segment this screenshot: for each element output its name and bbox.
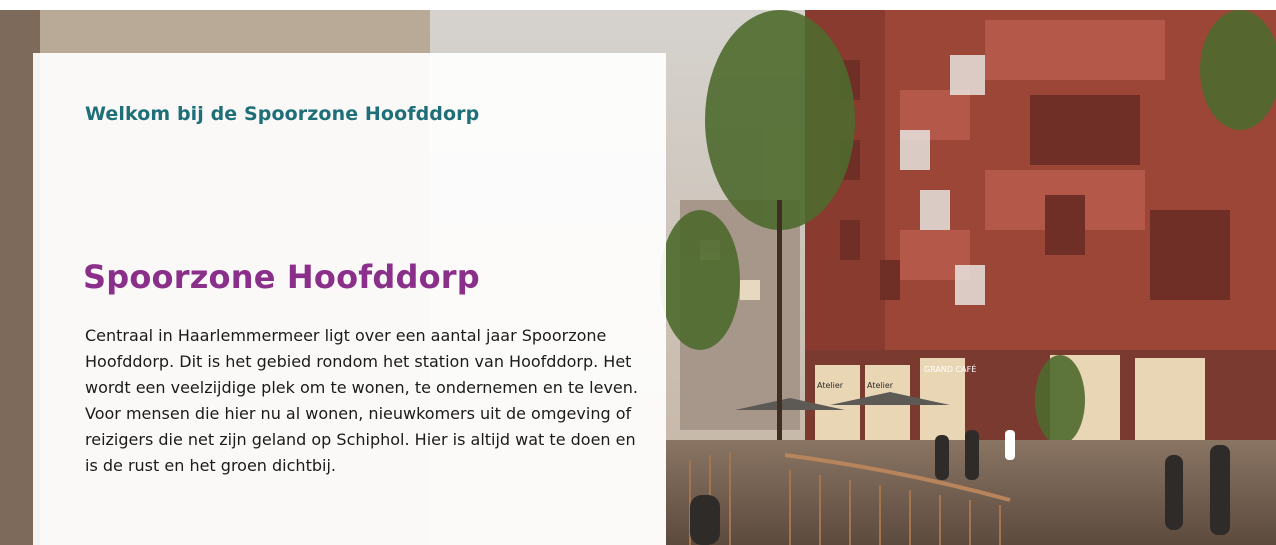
top-strip: [0, 0, 1276, 10]
intro-eyebrow: Welkom bij de Spoorzone Hoofddorp: [85, 103, 480, 125]
storefront-sign: Atelier: [817, 381, 844, 390]
intro-paragraph: Centraal in Haarlemmermeer ligt over een…: [85, 326, 638, 475]
page-title: Spoorzone Hoofddorp: [83, 258, 480, 296]
storefront-sign: Atelier: [867, 381, 894, 390]
storefront-sign: GRAND CAFÉ: [924, 363, 976, 374]
intro-card: Welkom bij de Spoorzone Hoofddorp Spoorz…: [33, 53, 666, 545]
